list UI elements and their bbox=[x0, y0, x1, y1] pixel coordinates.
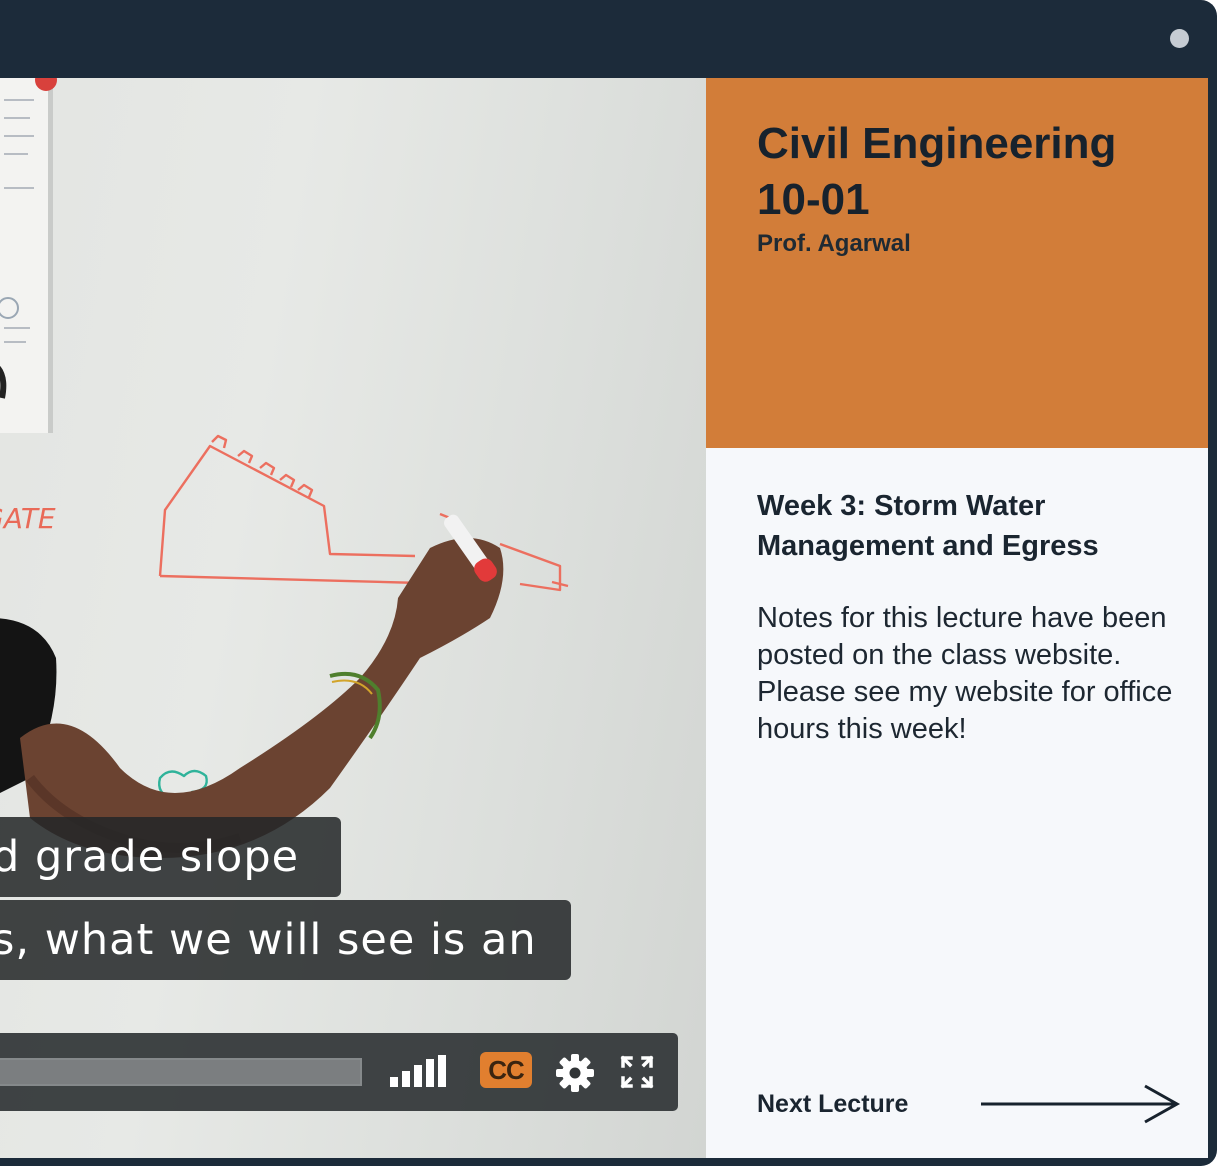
window-status-dot bbox=[1170, 29, 1189, 48]
lecture-layout: GATE d grade slope s, what we will see i… bbox=[0, 78, 1208, 1158]
course-header: Civil Engineering 10-01 Prof. Agarwal bbox=[706, 78, 1208, 448]
video-frame: GATE bbox=[0, 78, 569, 858]
volume-bars-icon[interactable] bbox=[390, 1055, 450, 1087]
lecture-title: Week 3: Storm Water Management and Egres… bbox=[757, 490, 1099, 562]
whiteboard-sketch bbox=[158, 434, 569, 803]
video-player[interactable]: GATE d grade slope s, what we will see i… bbox=[0, 78, 706, 1158]
right-arrow-icon[interactable] bbox=[979, 1082, 1181, 1126]
fullscreen-icon[interactable] bbox=[620, 1055, 654, 1089]
lecture-details: Week 3: Storm Water Management and Egres… bbox=[706, 448, 1208, 1158]
progress-bar[interactable] bbox=[0, 1058, 362, 1086]
professor-name: Prof. Agarwal bbox=[757, 230, 911, 257]
progress-fill bbox=[0, 1060, 360, 1084]
course-title: Civil Engineering 10-01 bbox=[757, 119, 1117, 224]
video-controls: CC bbox=[0, 1033, 678, 1111]
pinned-paper bbox=[0, 78, 57, 433]
gear-icon[interactable] bbox=[555, 1053, 595, 1093]
whiteboard-label: GATE bbox=[0, 502, 56, 535]
subtitle-line: s, what we will see is an bbox=[0, 900, 571, 980]
next-lecture-link[interactable]: Next Lecture bbox=[757, 1090, 908, 1119]
app-window: GATE d grade slope s, what we will see i… bbox=[0, 0, 1217, 1166]
presenter bbox=[0, 514, 504, 858]
closed-captions-button[interactable]: CC bbox=[480, 1052, 532, 1088]
lecture-notes: Notes for this lecture have been posted … bbox=[757, 602, 1173, 745]
subtitle-line: d grade slope bbox=[0, 817, 341, 897]
